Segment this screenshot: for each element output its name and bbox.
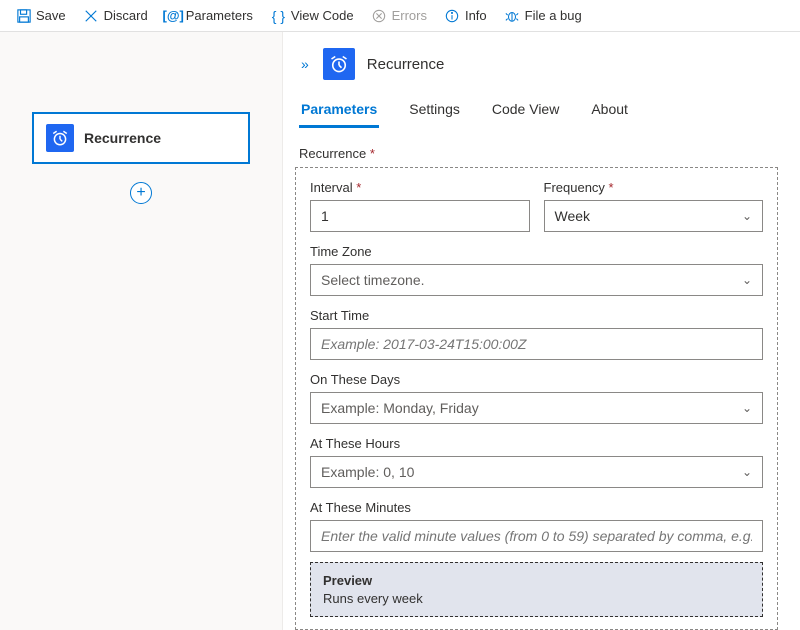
panel-header: » Recurrence bbox=[295, 48, 778, 80]
tab-code-view[interactable]: Code View bbox=[490, 96, 561, 128]
file-bug-button[interactable]: File a bug bbox=[497, 4, 590, 27]
info-label: Info bbox=[465, 8, 487, 23]
interval-label: Interval * bbox=[310, 180, 530, 195]
at-minutes-input[interactable] bbox=[310, 520, 763, 552]
start-time-input[interactable] bbox=[310, 328, 763, 360]
at-minutes-label: At These Minutes bbox=[310, 500, 763, 515]
bug-icon bbox=[505, 8, 520, 23]
on-days-select[interactable]: Example: Monday, Friday ⌄ bbox=[310, 392, 763, 424]
clock-icon bbox=[46, 124, 74, 152]
close-icon bbox=[84, 8, 99, 23]
details-panel: » Recurrence Parameters Settings Code Vi… bbox=[283, 32, 800, 630]
discard-label: Discard bbox=[104, 8, 148, 23]
on-days-label: On These Days bbox=[310, 372, 763, 387]
tabs: Parameters Settings Code View About bbox=[295, 96, 778, 128]
errors-button: Errors bbox=[364, 4, 435, 27]
save-label: Save bbox=[36, 8, 66, 23]
interval-input[interactable] bbox=[310, 200, 530, 232]
preview-box: Preview Runs every week bbox=[310, 562, 763, 617]
parameters-button[interactable]: [@] Parameters bbox=[158, 4, 261, 27]
parameters-label: Parameters bbox=[186, 8, 253, 23]
tab-parameters[interactable]: Parameters bbox=[299, 96, 379, 128]
frequency-label: Frequency * bbox=[544, 180, 764, 195]
chevron-down-icon: ⌄ bbox=[742, 401, 752, 415]
at-hours-select[interactable]: Example: 0, 10 ⌄ bbox=[310, 456, 763, 488]
node-title: Recurrence bbox=[84, 130, 161, 146]
error-icon bbox=[372, 8, 387, 23]
errors-label: Errors bbox=[392, 8, 427, 23]
parameters-icon: [@] bbox=[166, 8, 181, 23]
discard-button[interactable]: Discard bbox=[76, 4, 156, 27]
view-code-button[interactable]: { } View Code bbox=[263, 4, 362, 27]
tab-settings[interactable]: Settings bbox=[407, 96, 462, 128]
braces-icon: { } bbox=[271, 8, 286, 23]
preview-text: Runs every week bbox=[323, 591, 750, 606]
workflow-canvas: Recurrence + bbox=[0, 32, 283, 630]
timezone-select[interactable]: Select timezone. ⌄ bbox=[310, 264, 763, 296]
preview-title: Preview bbox=[323, 573, 750, 588]
frequency-select[interactable]: Week ⌄ bbox=[544, 200, 764, 232]
plus-icon: + bbox=[136, 185, 145, 201]
add-step-button[interactable]: + bbox=[130, 182, 152, 204]
view-code-label: View Code bbox=[291, 8, 354, 23]
at-hours-label: At These Hours bbox=[310, 436, 763, 451]
info-icon bbox=[445, 8, 460, 23]
chevron-down-icon: ⌄ bbox=[742, 465, 752, 479]
timezone-label: Time Zone bbox=[310, 244, 763, 259]
main: Recurrence + » Recurrence Parameters Set… bbox=[0, 32, 800, 630]
chevron-double-right-icon: » bbox=[301, 56, 309, 72]
section-label: Recurrence * bbox=[295, 146, 778, 161]
panel-title: Recurrence bbox=[367, 56, 445, 73]
save-button[interactable]: Save bbox=[8, 4, 74, 27]
chevron-down-icon: ⌄ bbox=[742, 273, 752, 287]
recurrence-node[interactable]: Recurrence bbox=[32, 112, 250, 164]
start-time-label: Start Time bbox=[310, 308, 763, 323]
save-icon bbox=[16, 8, 31, 23]
tab-about[interactable]: About bbox=[589, 96, 630, 128]
toolbar: Save Discard [@] Parameters { } View Cod… bbox=[0, 0, 800, 32]
collapse-button[interactable]: » bbox=[299, 54, 311, 74]
file-bug-label: File a bug bbox=[525, 8, 582, 23]
clock-icon bbox=[323, 48, 355, 80]
chevron-down-icon: ⌄ bbox=[742, 209, 752, 223]
recurrence-form: Interval * Frequency * Week ⌄ Time Zone … bbox=[295, 167, 778, 630]
info-button[interactable]: Info bbox=[437, 4, 495, 27]
